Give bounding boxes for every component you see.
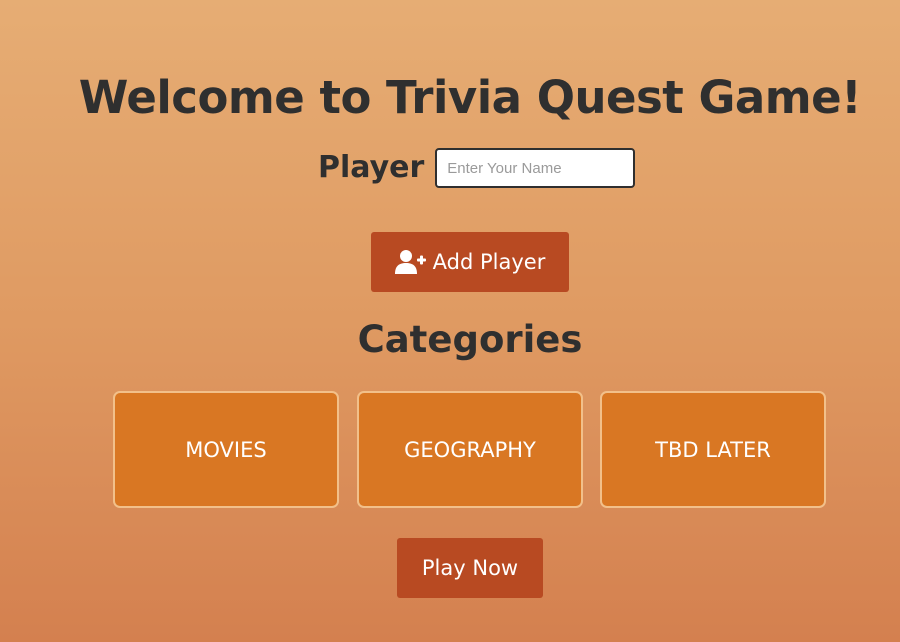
page-title: Welcome to Trivia Quest Game! — [78, 71, 862, 124]
add-player-label: Add Player — [432, 250, 546, 274]
player-label: Player — [318, 150, 425, 185]
category-geography[interactable]: GEOGRAPHY — [357, 391, 583, 508]
category-label: GEOGRAPHY — [404, 437, 536, 462]
play-now-button[interactable]: Play Now — [397, 538, 543, 598]
add-player-button[interactable]: Add Player — [371, 232, 569, 292]
player-name-input[interactable] — [435, 148, 636, 188]
category-label: TBD LATER — [655, 437, 771, 462]
category-movies[interactable]: MOVIES — [113, 391, 339, 508]
category-label: MOVIES — [185, 437, 267, 462]
player-row: Player — [318, 148, 636, 188]
user-plus-icon — [394, 249, 426, 275]
categories-heading: Categories — [357, 318, 583, 361]
play-now-label: Play Now — [421, 556, 519, 580]
category-tbd-later[interactable]: TBD LATER — [600, 391, 826, 508]
